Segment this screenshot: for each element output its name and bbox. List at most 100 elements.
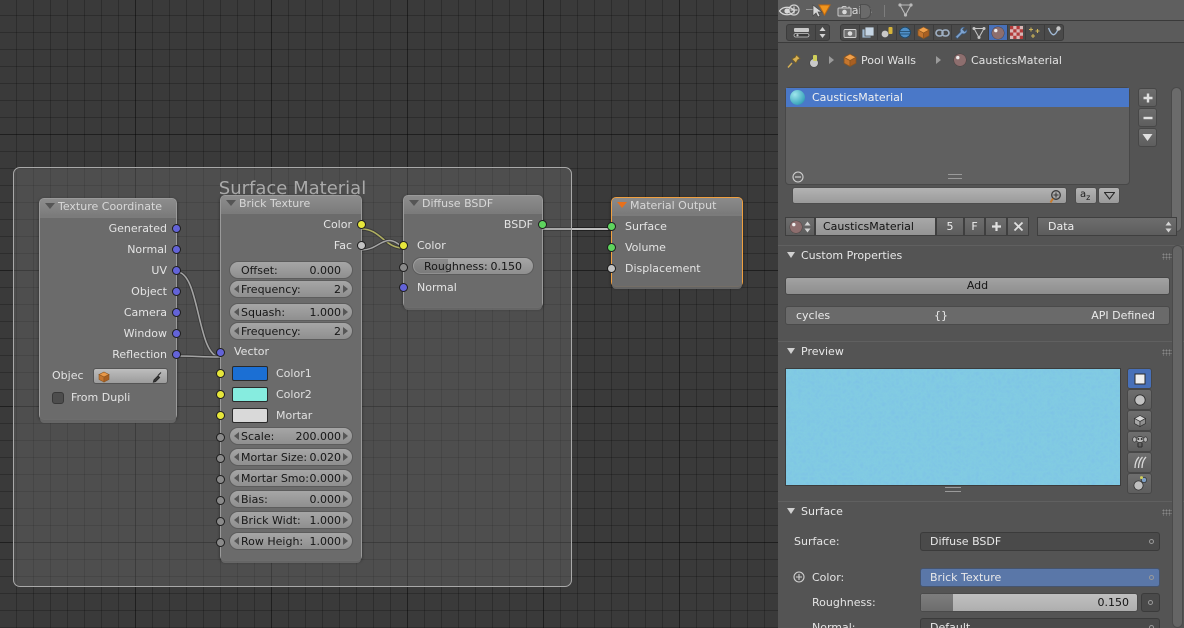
node-header-brick-texture[interactable]: Brick Texture [221,196,361,212]
node-header-material-output[interactable]: Material Output [612,198,742,214]
field-roughness[interactable]: Roughness: 0.150 [412,257,534,275]
properties-editor[interactable]: Stairs Pool Walls CausticsMaterial Caust… [778,0,1184,628]
field-brick-width[interactable]: Brick Widt: 1.000 [229,511,353,529]
tab-texture[interactable] [1008,25,1026,40]
add-custom-property-button[interactable]: Add [785,277,1170,295]
tab-object-data[interactable] [971,25,989,40]
preview-flat-button[interactable] [1127,368,1152,389]
increment-arrow-icon[interactable] [343,495,348,503]
editor-type-icon[interactable] [787,25,817,40]
tab-particles[interactable] [1026,25,1045,40]
normal-field[interactable]: Default [920,618,1160,628]
socket-row-displacement-in[interactable]: Displacement [607,258,742,279]
socket-row-mortar[interactable]: Mortar [216,405,361,426]
properties-editor-icon[interactable] [805,54,820,69]
panel-expand-triangle-icon[interactable] [787,348,795,354]
field-row-height[interactable]: Row Heigh: 1.000 [229,532,353,550]
add-slot-button[interactable] [1138,88,1157,107]
socket-row-reflection[interactable]: Reflection [40,344,181,365]
panel-preview[interactable]: Preview [778,341,1184,361]
custom-property-row[interactable]: cycles {} API Defined [785,306,1170,325]
material-users-count[interactable]: 5 [936,217,964,236]
socket-row-surface-in[interactable]: Surface [607,216,742,237]
panel-custom-properties[interactable]: Custom Properties [778,245,1184,265]
socket-mortar-smooth[interactable] [216,475,225,484]
breadcrumb[interactable]: Pool Walls CausticsMaterial [778,44,1168,78]
socket-row-bsdf-out[interactable]: BSDF [404,214,547,235]
slot-specials-button[interactable] [1138,128,1157,147]
decrement-arrow-icon[interactable] [234,432,239,440]
socket-brick-width[interactable] [216,517,225,526]
socket-reflection[interactable] [172,350,181,359]
breadcrumb-material[interactable]: CausticsMaterial [971,54,1062,67]
render-camera-icon[interactable] [837,5,852,18]
socket-window[interactable] [172,329,181,338]
material-name-field[interactable]: CausticsMaterial [815,217,936,236]
panel-surface[interactable]: Surface [778,501,1184,521]
decrement-arrow-icon[interactable] [234,537,239,545]
field-squash[interactable]: Squash: 1.000 [229,303,353,321]
field-offset[interactable]: Offset: 0.000 [229,261,353,279]
panel-expand-triangle-icon[interactable] [787,508,795,514]
increment-arrow-icon[interactable] [343,285,348,293]
socket-row-fac-out[interactable]: Fac [221,235,366,256]
increment-arrow-icon[interactable] [343,453,348,461]
node-diffuse-bsdf[interactable]: Diffuse BSDF BSDF Color Roughness: 0.150 [399,195,547,310]
socket-normal-input[interactable] [399,283,408,292]
socket-vector[interactable] [216,348,225,357]
field-squash-frequency[interactable]: Frequency: 2 [229,322,353,340]
tab-constraints[interactable] [934,25,952,40]
collapse-triangle-icon[interactable] [617,202,627,208]
material-search-field[interactable] [792,187,1067,204]
decrement-arrow-icon[interactable] [234,453,239,461]
socket-color1[interactable] [216,369,225,378]
list-item-material[interactable]: CausticsMaterial [786,88,1129,107]
node-texture-coordinate[interactable]: Texture Coordinate Generated Normal UV O… [39,198,181,423]
increment-arrow-icon[interactable] [343,537,348,545]
properties-panel-scrollbar[interactable] [1172,245,1183,628]
color-link-field[interactable]: Brick Texture [920,568,1160,587]
increment-arrow-icon[interactable] [343,327,348,335]
socket-roughness[interactable] [399,263,408,272]
collapse-triangle-icon[interactable] [45,203,55,209]
socket-row-object[interactable]: Object [40,281,181,302]
color2-swatch[interactable] [232,387,268,402]
increment-arrow-icon[interactable] [343,516,348,524]
preview-hair-button[interactable] [1127,452,1152,473]
sort-alpha-button[interactable]: az [1075,187,1097,204]
field-offset-frequency[interactable]: Frequency: 2 [229,280,353,298]
decrement-arrow-icon[interactable] [234,327,239,335]
remove-slot-button[interactable] [1138,108,1157,127]
increment-arrow-icon[interactable] [343,474,348,482]
editor-type-chevron[interactable] [816,25,829,40]
tab-material[interactable] [989,25,1008,40]
socket-row-color2[interactable]: Color2 [216,384,361,405]
material-preview-image[interactable] [785,368,1121,486]
eyedropper-icon[interactable] [152,371,163,383]
preview-cube-button[interactable] [1127,410,1152,431]
surface-shader-select[interactable]: Diffuse BSDF [920,532,1160,551]
collapse-triangle-icon[interactable] [226,200,236,206]
field-mortar-size[interactable]: Mortar Size: 0.020 [229,448,353,466]
pin-icon[interactable] [787,53,801,69]
outliner-scrollbar[interactable] [859,3,871,19]
visibility-eye-icon[interactable] [778,4,796,18]
list-resize-grip[interactable] [948,174,962,179]
socket-row-normal[interactable]: Normal [40,239,181,260]
field-bias[interactable]: Bias: 0.000 [229,490,353,508]
socket-row-volume-in[interactable]: Volume [607,237,742,258]
expand-plus-icon[interactable] [793,571,805,583]
socket-camera[interactable] [172,308,181,317]
increment-arrow-icon[interactable] [343,308,348,316]
material-browse-dropdown[interactable] [785,217,815,236]
socket-bsdf[interactable] [538,220,547,229]
fake-user-toggle[interactable]: F [964,217,985,236]
socket-row-generated[interactable]: Generated [40,218,181,239]
node-header-diffuse-bsdf[interactable]: Diffuse BSDF [404,196,542,212]
socket-row-color-in[interactable]: Color [399,235,542,256]
socket-row-vector-in[interactable]: Vector [216,341,361,363]
tab-render[interactable] [841,25,860,40]
outliner-strip[interactable]: Stairs [778,0,1184,21]
socket-normal[interactable] [172,245,181,254]
node-material-output[interactable]: Material Output Surface Volume Displacem… [607,197,743,289]
